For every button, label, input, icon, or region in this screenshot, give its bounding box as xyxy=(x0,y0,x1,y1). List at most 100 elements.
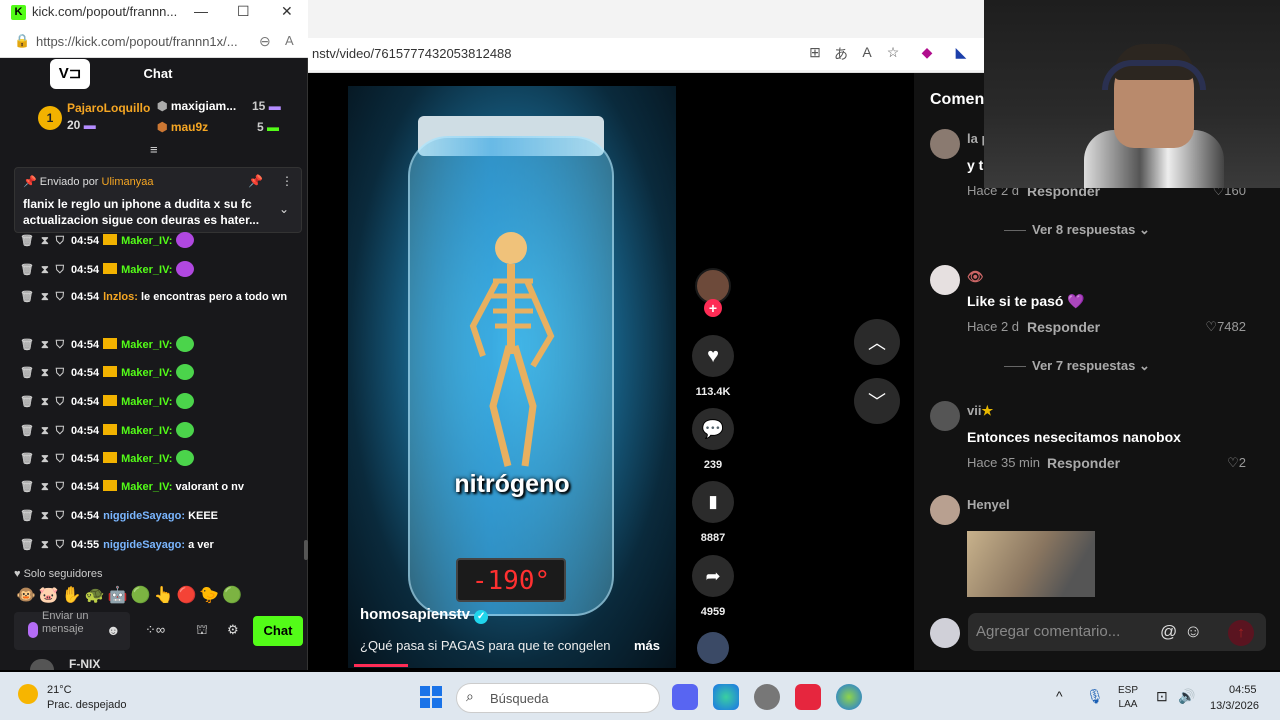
expand-leaderboard-icon[interactable]: ≡ xyxy=(150,142,158,157)
leaderboard-third[interactable]: ⬢ mau9z xyxy=(157,120,208,134)
zoom-icon[interactable]: ⊖ xyxy=(259,33,271,50)
clock-date[interactable]: 13/3/2026 xyxy=(1210,700,1259,712)
windows-start-icon[interactable] xyxy=(420,686,442,708)
mic-icon[interactable] xyxy=(28,622,38,638)
edge-beta-icon[interactable] xyxy=(836,684,862,710)
translate-icon[interactable]: あ xyxy=(832,44,850,62)
read-aloud-icon[interactable]: A xyxy=(858,44,876,62)
mention-icon[interactable]: @ xyxy=(1160,622,1177,642)
like-button[interactable]: ♥ xyxy=(692,335,734,377)
pinned-message[interactable]: 📌 Enviado por Ulimanyaa 📌 ⋮ flanix le re… xyxy=(14,167,302,233)
channel-logo[interactable]: V⊐ xyxy=(50,59,90,89)
main-address-bar[interactable]: nstv/video/7615777432053812488 xyxy=(308,38,984,70)
emote-bar[interactable]: 🐵🐷✋🐢🤖🟢👆🔴🐤🟢 xyxy=(16,585,245,605)
infinity-icon[interactable]: ⁘∞ xyxy=(145,622,165,638)
read-aloud-icon[interactable]: A xyxy=(285,33,294,48)
view-replies[interactable]: Ver 7 respuestas ⌄ xyxy=(1004,358,1150,374)
comment-like[interactable]: ♡7482 xyxy=(1205,319,1246,335)
mic-icon[interactable]: 🎙 xyxy=(1086,688,1104,705)
app-icon[interactable] xyxy=(754,684,780,710)
video-player[interactable]: SAPIENS nitrógeno -190° homosapienstv ✓ … xyxy=(348,86,676,668)
discord-icon[interactable] xyxy=(672,684,698,710)
chevron-up-icon[interactable]: ^ xyxy=(1056,688,1063,704)
extension-icon[interactable]: ◣ xyxy=(952,44,970,62)
reply-button[interactable]: Responder xyxy=(1047,455,1120,471)
share-button[interactable]: ➦ xyxy=(692,555,734,597)
video-author[interactable]: homosapienstv ✓ xyxy=(360,606,489,624)
taskbar-search[interactable]: Búsqueda xyxy=(456,683,660,713)
chevron-down-icon: ﹀ xyxy=(868,392,886,412)
chat-message[interactable]: 🗑 ⧗ ⛉ 04:54 Maker_IV: xyxy=(20,261,296,279)
comment-icon: 💬 xyxy=(701,418,725,439)
network-icon[interactable]: ⊡ xyxy=(1156,688,1168,705)
follow-plus-icon[interactable]: + xyxy=(704,299,722,317)
comment-input[interactable]: Agregar comentario... xyxy=(968,613,1266,651)
lock-icon[interactable]: 🔒 xyxy=(14,33,30,49)
leaderboard-second-count: 15 ▬ xyxy=(252,99,281,113)
send-chat-button[interactable]: Chat xyxy=(253,616,303,646)
chat-message[interactable]: 🗑 ⧗ ⛉ 04:54 niggideSayago: KEEE xyxy=(20,508,296,525)
leaderboard-second[interactable]: ⬢ maxigiam... xyxy=(157,99,236,113)
video-progress[interactable] xyxy=(354,664,408,667)
chat-message[interactable]: 🗑 ⧗ ⛉ 04:54 Maker_IV: xyxy=(20,336,296,354)
sound-avatar[interactable] xyxy=(697,632,729,664)
comment-user[interactable]: Henyel xyxy=(967,497,1010,512)
app-red-icon[interactable] xyxy=(795,684,821,710)
comment-text: Entonces nesecitamos nanobox xyxy=(967,429,1181,445)
chevron-down-icon[interactable]: ⌄ xyxy=(279,202,289,216)
headset xyxy=(1102,60,1206,90)
comment-button[interactable]: 💬 xyxy=(692,408,734,450)
popout-titlebar[interactable]: kick.com/popout/frannn... xyxy=(0,0,308,26)
view-replies[interactable]: Ver 8 respuestas ⌄ xyxy=(1004,222,1150,238)
chat-message[interactable]: 🗑 ⧗ ⛉ 04:54 Maker_IV: xyxy=(20,364,296,382)
comment-count: 239 xyxy=(703,459,723,471)
edge-icon[interactable] xyxy=(713,684,739,710)
leaderboard-first-name[interactable]: PajaroLoquillo xyxy=(67,101,150,115)
send-comment-button[interactable]: ↑ xyxy=(1228,620,1254,646)
next-video-button[interactable]: ﹀ xyxy=(854,378,900,424)
temperature-display: -190° xyxy=(456,558,566,602)
save-button[interactable]: ▮ xyxy=(692,481,734,523)
pinned-text: flanix le reglo un iphone a dudita x su … xyxy=(23,197,260,227)
leaderboard-first-count: 20 ▬ xyxy=(67,118,96,132)
weather-sun-icon[interactable] xyxy=(18,684,38,704)
comment-avatar[interactable] xyxy=(930,129,960,159)
more-options-icon[interactable]: ⋮ xyxy=(281,174,293,188)
comment-avatar[interactable] xyxy=(930,401,960,431)
comment-user-icon[interactable]: 👁 xyxy=(967,269,984,285)
comment-like[interactable]: ♡2 xyxy=(1227,455,1246,471)
minimize-icon[interactable]: — xyxy=(194,3,208,19)
more-link[interactable]: más xyxy=(634,638,660,653)
chat-message[interactable]: 🗑 ⧗ ⛉ 04:54 Maker_IV: valorant o nv xyxy=(20,479,296,496)
store-icon[interactable]: ⛫ xyxy=(196,622,208,640)
split-screen-icon[interactable]: ⊞ xyxy=(806,44,824,62)
weather-temp[interactable]: 21°C xyxy=(47,684,72,696)
unpin-icon[interactable]: 📌 xyxy=(248,174,263,188)
chat-message[interactable]: 🗑 ⧗ ⛉ 04:54 Maker_IV: xyxy=(20,422,296,440)
comment-time: Hace 35 min xyxy=(967,455,1040,470)
language-indicator[interactable]: ESP LAA xyxy=(1118,684,1138,712)
chat-scrollbar[interactable] xyxy=(304,540,308,560)
comment-user[interactable]: vii★ xyxy=(967,403,993,419)
chat-message[interactable]: 🗑 ⧗ ⛉ 04:55 niggideSayago: a ver xyxy=(20,537,296,554)
chat-message[interactable]: 🗑 ⧗ ⛉ 04:54 Maker_IV: xyxy=(20,232,296,250)
volume-icon[interactable]: 🔊 xyxy=(1178,688,1195,705)
previous-video-button[interactable]: ︿ xyxy=(854,319,900,365)
skeleton-figure xyxy=(469,232,555,467)
chat-message[interactable]: 🗑 ⧗ ⛉ 04:54 Maker_IV: xyxy=(20,393,296,411)
chat-message[interactable]: 🗑 ⧗ ⛉ 04:54 Maker_IV: xyxy=(20,450,296,468)
emoji-icon[interactable]: ☺ xyxy=(1184,621,1202,642)
favorite-star-icon[interactable]: ☆ xyxy=(884,44,902,62)
settings-gear-icon[interactable]: ⚙ xyxy=(227,622,239,638)
comment-avatar[interactable] xyxy=(930,265,960,295)
weather-desc[interactable]: Prac. despejado xyxy=(47,699,127,711)
chat-message[interactable]: 🗑 ⧗ ⛉ 04:54 lnzlos: le encontras pero a todo… xyxy=(20,289,296,306)
close-icon[interactable]: ✕ xyxy=(281,3,293,20)
comment-avatar[interactable] xyxy=(930,495,960,525)
maximize-icon[interactable]: ☐ xyxy=(237,3,250,20)
reply-button[interactable]: Responder xyxy=(1027,319,1100,335)
comment-image[interactable] xyxy=(967,531,1095,597)
emoji-icon[interactable]: ☻ xyxy=(106,622,121,638)
clock-time[interactable]: 04:55 xyxy=(1229,684,1257,696)
extension-shield-icon[interactable]: ◆ xyxy=(918,44,936,62)
